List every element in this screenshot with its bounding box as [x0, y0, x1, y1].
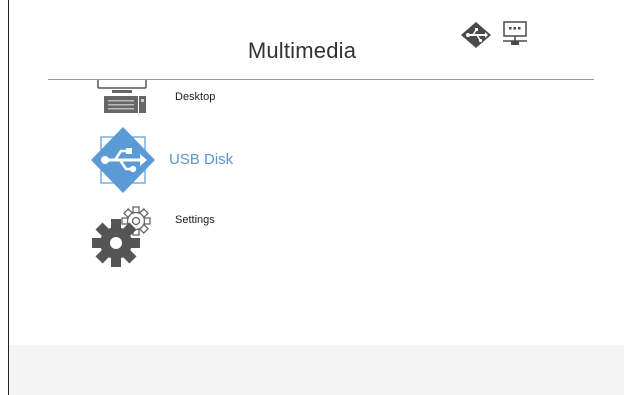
desktop-icon: [94, 78, 150, 118]
footer-band: [9, 345, 624, 395]
menu-item-settings[interactable]: Settings: [88, 203, 388, 269]
gear-icon: [92, 203, 156, 269]
menu-item-label: Desktop: [175, 91, 216, 103]
menu-item-usb-disk[interactable]: USB Disk: [88, 126, 388, 194]
page-title: Multimedia: [247, 38, 357, 63]
usb-icon: [90, 126, 156, 194]
menu-item-desktop[interactable]: Desktop: [88, 78, 388, 118]
menu-item-label: Settings: [175, 214, 215, 226]
menu-item-label: USB Disk: [169, 151, 234, 168]
multimedia-screen: Multimedia Desktop USB Disk Settings: [0, 0, 624, 395]
